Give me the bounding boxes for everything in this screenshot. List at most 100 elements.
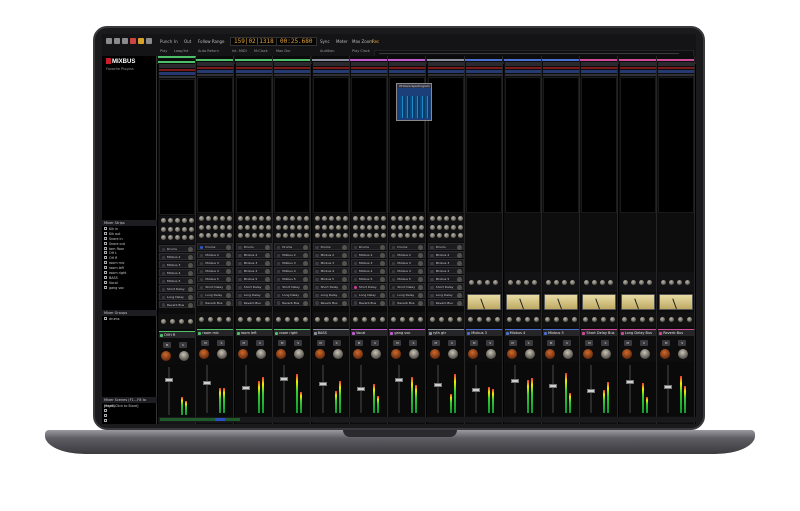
send-enable-icon[interactable] <box>353 301 357 305</box>
strip-list-item[interactable]: gang voc <box>104 285 154 291</box>
eq-knob[interactable] <box>391 216 397 221</box>
eq-knob[interactable] <box>436 216 442 221</box>
send-enable-icon[interactable] <box>238 285 242 290</box>
comp-knob[interactable] <box>610 317 616 322</box>
strip-name-button[interactable]: room right <box>274 329 311 336</box>
strip-record-bar[interactable] <box>504 67 541 69</box>
send-enable-icon[interactable] <box>430 285 434 290</box>
send-enable-icon[interactable] <box>199 277 204 282</box>
send-enable-icon[interactable] <box>276 301 281 305</box>
strip-input-button[interactable] <box>581 62 618 66</box>
solo-button[interactable]: S <box>179 342 187 348</box>
solo-button[interactable]: S <box>371 340 379 346</box>
send-level-knob[interactable] <box>226 300 232 306</box>
eq-knob[interactable] <box>175 235 180 240</box>
send-level-knob[interactable] <box>456 245 462 250</box>
strip-record-bar[interactable] <box>658 67 695 69</box>
strip-record-bar[interactable] <box>466 67 503 69</box>
eq-knob[interactable] <box>290 233 296 238</box>
comp-knob[interactable] <box>583 317 589 322</box>
bus-eq-knob[interactable] <box>592 280 598 285</box>
comp-knob[interactable] <box>400 317 406 322</box>
send-enable-icon[interactable] <box>276 261 281 266</box>
eq-knob[interactable] <box>227 216 233 221</box>
solo-button[interactable]: S <box>255 340 264 346</box>
eq-knob[interactable] <box>161 218 166 223</box>
send-enable-icon[interactable] <box>391 269 396 274</box>
send-level-knob[interactable] <box>303 268 309 274</box>
solo-button[interactable]: S <box>294 340 303 346</box>
strip-polarity-row[interactable] <box>504 74 541 76</box>
record-icon[interactable] <box>130 38 136 44</box>
pan-knob[interactable] <box>409 349 420 359</box>
send-slot[interactable]: Mixbus 2 <box>427 250 464 259</box>
send-enable-icon[interactable] <box>161 295 165 299</box>
send-level-knob[interactable] <box>418 268 424 274</box>
plugin-box[interactable] <box>427 77 464 213</box>
strip-name-button[interactable]: Mixbus 4 <box>504 329 541 336</box>
checkbox-icon[interactable] <box>104 266 107 270</box>
send-slot[interactable]: Short Delay <box>389 282 426 291</box>
strip-name-button[interactable]: Vocal <box>351 329 387 336</box>
plugin-box[interactable] <box>466 77 503 213</box>
strip-record-bar[interactable] <box>197 67 234 69</box>
comp-knob[interactable] <box>572 317 577 322</box>
send-level-knob[interactable] <box>303 284 309 290</box>
strip-input-button[interactable] <box>427 62 464 66</box>
strip-input-selector[interactable] <box>543 70 579 73</box>
plugin-box[interactable] <box>312 77 349 213</box>
send-level-knob[interactable] <box>264 284 270 290</box>
send-slot[interactable]: Mixbus 3 <box>235 258 272 267</box>
send-slot[interactable]: Short Delay <box>351 282 387 291</box>
send-enable-icon[interactable] <box>391 301 396 305</box>
strip-input-button[interactable] <box>543 62 579 66</box>
comp-knob[interactable] <box>447 317 453 322</box>
comp-knob[interactable] <box>371 317 376 322</box>
send-enable-icon[interactable] <box>161 255 165 260</box>
bus-eq-knob[interactable] <box>622 280 628 285</box>
send-level-knob[interactable] <box>226 245 232 250</box>
eq-knob[interactable] <box>457 224 463 230</box>
send-level-knob[interactable] <box>226 252 232 258</box>
mute-button[interactable]: M <box>431 340 440 346</box>
send-slot[interactable]: Long Delay <box>235 290 272 299</box>
fader-cap[interactable] <box>433 383 442 387</box>
eq-knob[interactable] <box>265 233 271 238</box>
send-slot[interactable]: Drums <box>312 243 349 251</box>
comp-knob[interactable] <box>630 317 636 322</box>
checkbox-icon[interactable] <box>104 236 107 240</box>
eq-knob[interactable] <box>182 235 187 240</box>
eq-knob[interactable] <box>304 216 310 221</box>
play-clock-label[interactable]: Play Clock <box>352 49 370 53</box>
eq-knob[interactable] <box>283 216 289 221</box>
eq-knob[interactable] <box>321 233 327 238</box>
send-level-knob[interactable] <box>188 294 193 300</box>
send-enable-icon[interactable] <box>430 301 434 305</box>
strip-name-button[interactable]: room left <box>235 329 272 336</box>
send-level-knob[interactable] <box>341 252 347 258</box>
eq-knob[interactable] <box>161 235 166 240</box>
eq-knob[interactable] <box>213 233 219 238</box>
strip-input-selector[interactable] <box>274 70 311 73</box>
send-level-knob[interactable] <box>226 292 232 298</box>
eq-knob[interactable] <box>419 233 425 238</box>
eq-knob[interactable] <box>419 224 425 230</box>
send-level-knob[interactable] <box>264 300 270 306</box>
send-enable-icon[interactable] <box>391 253 396 258</box>
send-slot[interactable]: Long Delay <box>159 292 195 301</box>
checkbox-icon[interactable] <box>104 261 107 265</box>
strip-name-button[interactable]: Long Delay Bus <box>619 329 656 336</box>
send-slot[interactable]: Reverb Bus <box>389 298 426 307</box>
eq-knob[interactable] <box>182 226 187 232</box>
send-level-knob[interactable] <box>380 245 385 250</box>
send-level-knob[interactable] <box>380 260 385 266</box>
send-slot[interactable]: Reverb Bus <box>159 300 195 309</box>
send-slot[interactable]: Mixbus 5 <box>312 274 349 283</box>
bus-eq-knob[interactable] <box>669 280 675 285</box>
comp-knob[interactable] <box>648 317 654 322</box>
mute-button[interactable]: M <box>201 340 210 346</box>
send-slot[interactable]: Mixbus 2 <box>312 250 349 259</box>
fader-cap[interactable] <box>395 378 404 382</box>
strip-name-button[interactable]: Reverb Bus <box>658 329 695 336</box>
eq-knob[interactable] <box>457 216 463 221</box>
